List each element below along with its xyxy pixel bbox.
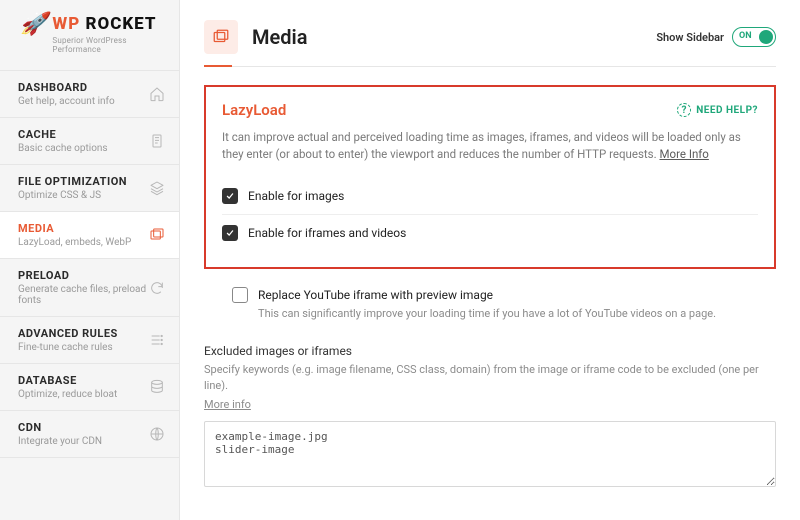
excluded-section: Excluded images or iframes Specify keywo… xyxy=(204,344,776,492)
page-title: Media xyxy=(252,25,307,49)
images-icon xyxy=(149,227,165,243)
need-help-link[interactable]: ? NEED HELP? xyxy=(677,103,758,117)
toggle-knob-icon xyxy=(759,30,773,44)
sidebar-item-sub: Optimize, reduce bloat xyxy=(18,389,117,400)
page-icon xyxy=(204,20,238,54)
sidebar-item-sub: LazyLoad, embeds, WebP xyxy=(18,237,131,248)
sidebar-item-sub: Optimize CSS & JS xyxy=(18,190,127,201)
doc-icon xyxy=(149,133,165,149)
checkbox-youtube-preview[interactable] xyxy=(232,287,248,303)
sidebar-item-media[interactable]: MEDIA LazyLoad, embeds, WebP xyxy=(0,211,179,258)
sidebar-item-cache[interactable]: CACHE Basic cache options xyxy=(0,117,179,164)
need-help-label: NEED HELP? xyxy=(696,105,758,116)
sidebar-item-cdn[interactable]: CDN Integrate your CDN xyxy=(0,410,179,458)
main-content: Media Show Sidebar ON LazyLoad ? NEED HE… xyxy=(180,0,800,520)
sidebar-item-sub: Basic cache options xyxy=(18,143,108,154)
sidebar-item-label: CDN xyxy=(18,421,102,434)
refresh-icon xyxy=(149,280,165,296)
brand-logo: 🚀 WP ROCKET Superior WordPress Performan… xyxy=(0,0,179,58)
globe-icon xyxy=(149,426,165,442)
sidebar-item-label: FILE OPTIMIZATION xyxy=(18,175,127,188)
enable-iframes-row[interactable]: Enable for iframes and videos xyxy=(222,214,758,251)
checkbox-enable-iframes[interactable] xyxy=(222,225,238,241)
sidebar-item-label: PRELOAD xyxy=(18,269,149,282)
sidebar-nav: DASHBOARD Get help, account info CACHE B… xyxy=(0,70,179,458)
checkbox-enable-images[interactable] xyxy=(222,188,238,204)
sidebar-item-label: DASHBOARD xyxy=(18,81,115,94)
home-icon xyxy=(149,86,165,102)
sidebar-item-sub: Get help, account info xyxy=(18,96,115,107)
excluded-title: Excluded images or iframes xyxy=(204,344,776,358)
question-icon: ? xyxy=(677,103,691,117)
excluded-textarea[interactable] xyxy=(204,421,776,487)
sidebar-item-dashboard[interactable]: DASHBOARD Get help, account info xyxy=(0,70,179,117)
sidebar-item-label: CACHE xyxy=(18,128,108,141)
sidebar: 🚀 WP ROCKET Superior WordPress Performan… xyxy=(0,0,180,520)
sidebar-item-label: MEDIA xyxy=(18,222,131,235)
sidebar-item-label: DATABASE xyxy=(18,374,117,387)
show-sidebar-toggle[interactable]: ON xyxy=(732,27,776,47)
panel-title: LazyLoad xyxy=(222,101,286,119)
rocket-icon: 🚀 xyxy=(20,14,46,36)
checkbox-label: Enable for iframes and videos xyxy=(248,226,406,240)
brand-tagline: Superior WordPress Performance xyxy=(52,36,163,54)
youtube-desc: This can significantly improve your load… xyxy=(258,307,776,320)
sidebar-item-database[interactable]: DATABASE Optimize, reduce bloat xyxy=(0,363,179,410)
lazyload-description: It can improve actual and perceived load… xyxy=(222,129,758,164)
sidebar-item-sub: Fine-tune cache rules xyxy=(18,342,118,353)
youtube-option: Replace YouTube iframe with preview imag… xyxy=(232,283,776,330)
brand-name: WP ROCKET xyxy=(52,14,163,34)
sidebar-item-sub: Integrate your CDN xyxy=(18,436,102,447)
sliders-icon xyxy=(149,332,165,348)
tab-indicator xyxy=(204,66,776,67)
checkbox-label: Replace YouTube iframe with preview imag… xyxy=(258,288,493,302)
enable-images-row[interactable]: Enable for images xyxy=(222,178,758,214)
show-sidebar-label: Show Sidebar xyxy=(656,31,724,44)
sidebar-item-file-optimization[interactable]: FILE OPTIMIZATION Optimize CSS & JS xyxy=(0,164,179,211)
checkbox-label: Enable for images xyxy=(248,189,344,203)
sidebar-item-advanced-rules[interactable]: ADVANCED RULES Fine-tune cache rules xyxy=(0,316,179,363)
more-info-link[interactable]: More Info xyxy=(659,147,708,161)
sidebar-item-sub: Generate cache files, preload fonts xyxy=(18,284,149,306)
excluded-desc: Specify keywords (e.g. image filename, C… xyxy=(204,362,776,414)
sidebar-item-label: ADVANCED RULES xyxy=(18,327,118,340)
layers-icon xyxy=(149,180,165,196)
more-info-link[interactable]: More info xyxy=(204,397,251,414)
database-icon xyxy=(149,379,165,395)
sidebar-item-preload[interactable]: PRELOAD Generate cache files, preload fo… xyxy=(0,258,179,316)
lazyload-panel: LazyLoad ? NEED HELP? It can improve act… xyxy=(204,85,776,269)
